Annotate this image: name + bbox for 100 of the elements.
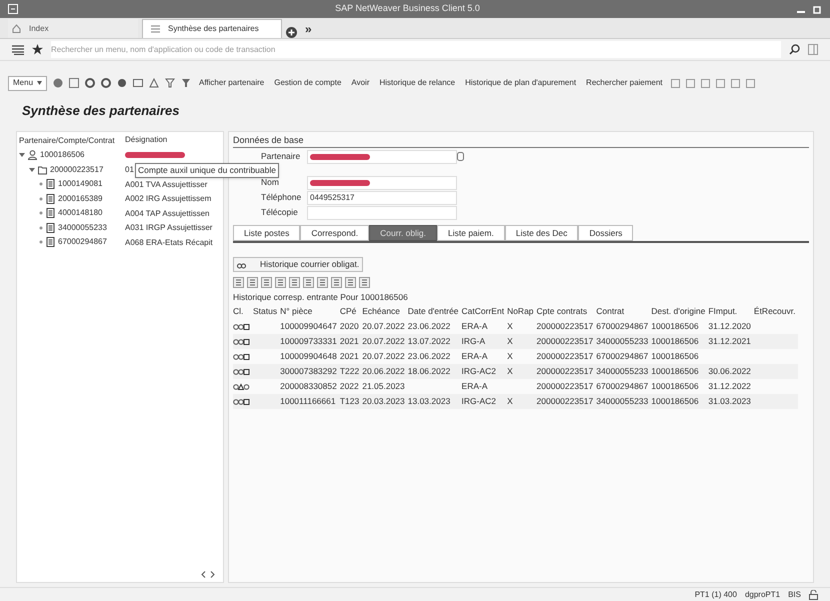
add-tab-icon[interactable] — [286, 27, 297, 38]
column-header[interactable]: Status — [253, 304, 280, 319]
value-help-icon[interactable] — [457, 152, 464, 161]
scroll-left-icon[interactable] — [201, 570, 206, 578]
table-cell: 1000186506 — [651, 364, 708, 379]
user-info: dgproPT1 — [744, 588, 780, 600]
tab[interactable]: Synthèse des partenaires — [142, 19, 282, 38]
tree-item[interactable]: 34000055233 — [58, 222, 107, 234]
toolbar-button[interactable]: Rechercher paiement — [584, 76, 665, 90]
toolbar-button[interactable]: Historique de relance — [378, 76, 458, 90]
triangle-icon[interactable] — [149, 78, 160, 88]
table-cell: 21.05.2023 — [362, 379, 408, 394]
table-cell: ERA-A — [462, 349, 508, 364]
tab[interactable]: Correspond. — [300, 225, 370, 241]
field-label: Partenaire — [260, 150, 302, 163]
expanded-icon[interactable] — [19, 152, 25, 158]
menu-icon[interactable] — [12, 44, 24, 54]
bullet-icon — [39, 182, 43, 186]
tab[interactable]: Courr. oblig. — [369, 225, 437, 241]
document-icon — [46, 194, 55, 204]
column-header[interactable]: Echéance — [362, 304, 408, 319]
table-cell: ERA-A — [462, 379, 508, 394]
toolbar-button[interactable]: Gestion de compte — [272, 76, 344, 90]
home-icon — [12, 24, 21, 33]
table-cell: 200000223517 — [536, 379, 596, 394]
more-tabs-button[interactable]: » — [301, 19, 316, 38]
toolbar-button[interactable]: Avoir — [349, 76, 372, 90]
column-header: Partenaire/Compte/Contrat — [18, 136, 116, 144]
table-cell: 34000055233 — [596, 334, 652, 349]
tab[interactable]: Index — [8, 19, 138, 38]
section-title: Données de base — [233, 134, 809, 148]
person-icon — [28, 150, 37, 160]
table-cell: 200000223517 — [536, 349, 596, 364]
ring-icon[interactable] — [85, 78, 96, 88]
tab[interactable]: Liste postes — [233, 225, 300, 241]
column-header[interactable]: CatCorrEnt — [462, 304, 508, 319]
table-cell: 34000055233 — [596, 394, 652, 409]
field-label: Nom — [260, 176, 280, 189]
table-cell: 67000294867 — [596, 379, 652, 394]
scroll-right-icon[interactable] — [210, 570, 215, 578]
column-header[interactable]: Contrat — [596, 304, 652, 319]
column-header[interactable]: CPé — [340, 304, 362, 319]
table-cell: 200000223517 — [536, 319, 596, 334]
search-icon[interactable] — [789, 44, 800, 55]
ring-icon[interactable] — [101, 78, 112, 88]
tree-item[interactable]: 67000294867 — [58, 236, 107, 248]
tree-item[interactable]: 4000148180 — [58, 207, 102, 220]
table-cell: 67000294867 — [596, 349, 652, 364]
table-cell: 1000186506 — [651, 379, 708, 394]
column-header[interactable]: Date d'entrée — [408, 304, 462, 319]
tab[interactable]: Dossiers — [578, 225, 634, 241]
screen-icon[interactable] — [133, 78, 144, 88]
table-cell: 20.07.2022 — [362, 334, 408, 349]
tab[interactable]: Liste des Dec — [504, 225, 578, 241]
tab[interactable]: Liste paiem. — [437, 225, 505, 241]
status-icon[interactable] — [53, 78, 64, 88]
toolbar-button[interactable]: Afficher partenaire — [197, 76, 266, 90]
table-cell: IRG-AC2 — [462, 364, 508, 379]
input-field[interactable]: 0449525317 — [307, 190, 457, 204]
table-cell: 23.06.2022 — [408, 349, 462, 364]
table-cell: ERA-A — [462, 319, 508, 334]
column-header[interactable]: N° pièce — [280, 304, 340, 319]
input-field[interactable] — [307, 206, 457, 220]
server-info: BIS — [788, 588, 801, 600]
tree-item[interactable]: 1000149081 — [58, 178, 102, 190]
column-header[interactable]: Dest. d'origine — [651, 304, 708, 319]
table-cell: 2022 — [340, 379, 362, 394]
tree-item[interactable]: 2000165389 — [58, 192, 102, 205]
expanded-icon[interactable] — [29, 166, 35, 173]
bullet-icon — [39, 196, 43, 201]
star-icon[interactable] — [32, 44, 43, 55]
table-cell: 2021 — [340, 334, 362, 349]
table-cell: T222 — [340, 364, 362, 379]
column-header[interactable]: FImput. — [708, 304, 754, 319]
tree-item[interactable]: 200000223517 — [50, 164, 104, 176]
bullet-icon — [39, 240, 43, 244]
column-header[interactable]: NoRap — [507, 304, 537, 319]
column-header[interactable]: Cpte contrats — [536, 304, 596, 319]
restore-icon[interactable] — [813, 4, 822, 14]
page-icon[interactable] — [69, 78, 80, 88]
redaction-mark — [310, 154, 370, 160]
dot-icon[interactable] — [117, 78, 128, 88]
menu-button[interactable]: Menu — [8, 76, 48, 90]
list-icon — [151, 25, 160, 33]
input-field[interactable] — [307, 150, 457, 164]
table-cell: X — [507, 349, 537, 364]
column-header[interactable]: ÉtRecouvr. — [754, 304, 798, 319]
system-info[interactable]: PT1 (1) 400 — [694, 588, 737, 600]
designation-text: A004 TAP Assujettissen — [125, 208, 210, 218]
table-cell: 200000223517 — [536, 394, 596, 409]
column-header[interactable]: Cl. — [233, 304, 253, 319]
tree-item[interactable]: 1000186506 — [40, 149, 84, 162]
search-field[interactable]: Rechercher un menu, nom d'application ou code de transaction — [51, 41, 781, 58]
toolbar-button[interactable]: Historique de plan d'apurement — [463, 76, 578, 90]
table-cell: X — [507, 319, 537, 334]
sidebar-icon[interactable] — [808, 44, 818, 55]
input-field[interactable] — [307, 176, 457, 190]
table-cell: T123 — [340, 394, 362, 409]
bullet-icon — [39, 226, 43, 230]
history-button[interactable]: Historique courrier obligat. — [233, 257, 364, 272]
